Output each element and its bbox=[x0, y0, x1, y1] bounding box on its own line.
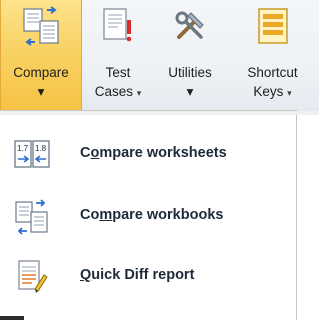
test-cases-label-line1: Test bbox=[105, 65, 131, 80]
chevron-down-icon: ▾ bbox=[136, 88, 142, 98]
menu-item-compare-workbooks[interactable]: Compare workbooks bbox=[0, 191, 297, 243]
compare-dropdown-menu: 1.7 1.8 Compare worksheets Compare workb… bbox=[0, 110, 319, 320]
shortcut-keys-label-line1: Shortcut bbox=[247, 65, 298, 80]
test-cases-icon bbox=[103, 8, 132, 42]
compare-workbooks-icon bbox=[15, 199, 48, 235]
divider bbox=[0, 316, 24, 320]
svg-text:1.8: 1.8 bbox=[35, 144, 47, 153]
quick-diff-report-icon bbox=[18, 260, 48, 293]
shortcut-keys-icon bbox=[257, 8, 288, 44]
chevron-down-icon: ▾ bbox=[186, 84, 194, 99]
shortcut-keys-button[interactable]: Shortcut Keys ▾ bbox=[226, 0, 319, 112]
ribbon-bar: Compare ▾ Test Cases ▾ Utilities ▾ Short… bbox=[0, 0, 319, 112]
utilities-label: Utilities bbox=[168, 65, 212, 80]
svg-text:1.7: 1.7 bbox=[17, 144, 29, 153]
test-cases-label-line2: Cases ▾ bbox=[94, 84, 142, 99]
chevron-down-icon: ▾ bbox=[37, 84, 45, 99]
compare-label: Compare bbox=[13, 65, 69, 80]
tools-icon bbox=[175, 11, 204, 39]
compare-worksheets-icon: 1.7 1.8 bbox=[14, 140, 50, 168]
menu-item-compare-worksheets[interactable]: 1.7 1.8 Compare worksheets bbox=[0, 129, 297, 181]
menu-item-label: Quick Diff report bbox=[80, 267, 195, 283]
shortcut-keys-label-line2: Keys ▾ bbox=[253, 84, 292, 99]
menu-item-label: Compare worksheets bbox=[80, 145, 227, 161]
utilities-button[interactable]: Utilities ▾ bbox=[154, 0, 226, 112]
chevron-down-icon: ▾ bbox=[287, 88, 292, 98]
compare-button[interactable]: Compare ▾ bbox=[0, 0, 82, 112]
test-cases-button[interactable]: Test Cases ▾ bbox=[82, 0, 154, 112]
menu-item-quick-diff-report[interactable]: Quick Diff report bbox=[0, 251, 297, 303]
menu-item-label: Compare workbooks bbox=[80, 207, 224, 223]
compare-files-icon bbox=[23, 6, 59, 46]
